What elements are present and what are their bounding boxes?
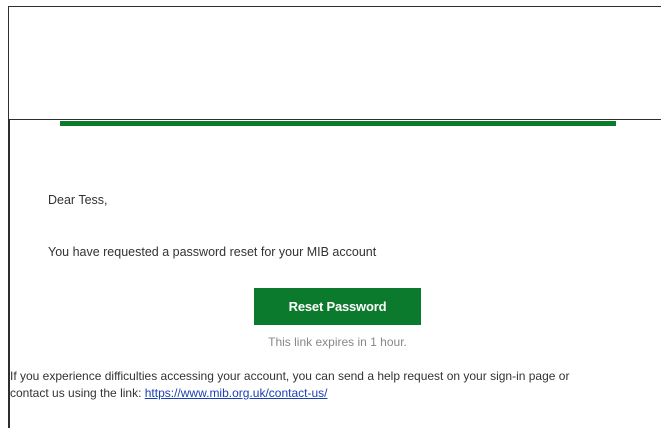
greeting-text: Dear Tess, — [48, 193, 108, 207]
link-expiry-note: This link expires in 1 hour. — [268, 335, 407, 349]
help-text-line-2: contact us using the link: — [10, 386, 145, 400]
reset-password-button[interactable]: Reset Password — [254, 288, 421, 325]
email-page: Dear Tess, You have requested a password… — [0, 0, 661, 428]
header-divider — [60, 121, 616, 126]
contact-us-link[interactable]: https://www.mib.org.uk/contact-us/ — [145, 386, 328, 400]
help-text-line-1: If you experience difficulties accessing… — [10, 369, 570, 383]
email-header-frame — [8, 6, 661, 120]
reset-request-message: You have requested a password reset for … — [48, 245, 377, 259]
help-paragraph: If you experience difficulties accessing… — [10, 368, 661, 402]
